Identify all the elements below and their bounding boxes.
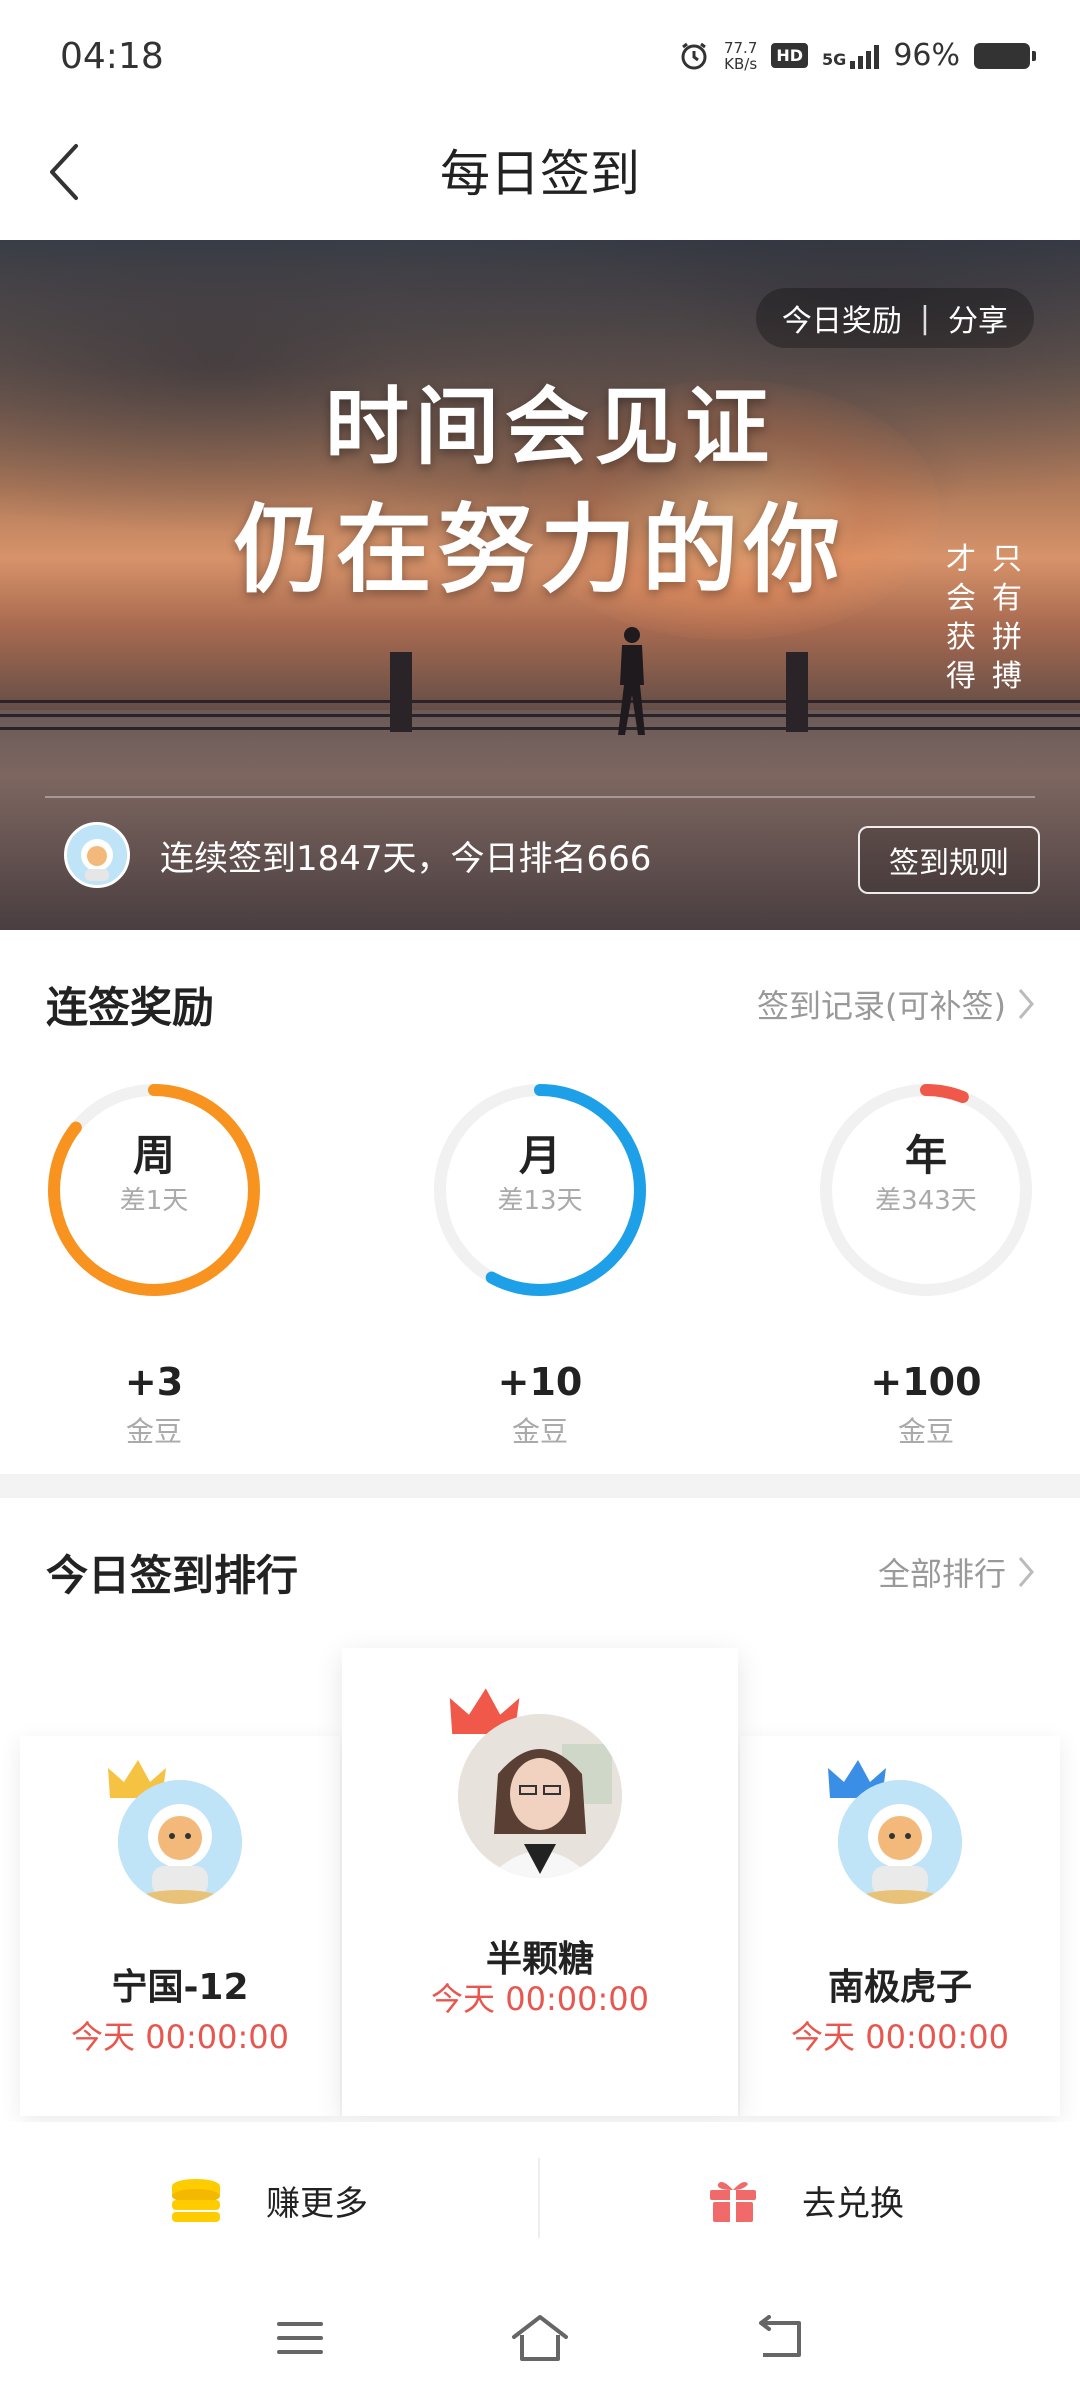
- rewards-section-header: 连签奖励 签到记录(可补签): [46, 974, 1036, 1034]
- slogan-line-2: 仍在努力的你: [234, 493, 846, 606]
- rank-name: 南极虎子: [827, 1967, 972, 2008]
- reward-unit: 金豆: [511, 1415, 568, 1448]
- menu-button[interactable]: [265, 2308, 335, 2368]
- status-icons: 77.7 KB/s HD 5G 96%: [678, 38, 1036, 73]
- astronaut-avatar-icon: [118, 1780, 242, 1904]
- reward-period-label: 周: [132, 1131, 175, 1180]
- rank-time: 今天 00:00:00: [791, 2018, 1009, 2056]
- cellular-signal: 5G: [822, 43, 880, 69]
- exchange-button[interactable]: 去兑换: [708, 2162, 904, 2238]
- alarm-icon: [681, 42, 707, 69]
- home-icon: [512, 2315, 568, 2361]
- exchange-label: 去兑换: [802, 2183, 904, 2224]
- home-button[interactable]: [505, 2308, 575, 2368]
- today-reward-link[interactable]: 今日奖励: [782, 296, 902, 340]
- ranking-section-header: 今日签到排行 全部排行: [46, 1542, 1036, 1602]
- checkin-rules-button[interactable]: 签到规则: [858, 826, 1040, 894]
- rewards-title: 连签奖励: [46, 982, 215, 1032]
- reward-year[interactable]: 年 差343天 +100 金豆: [808, 1072, 1044, 1450]
- checkin-stats-text: 连续签到1847天，今日排名666: [160, 838, 652, 879]
- coin-stack-icon: [172, 2179, 220, 2222]
- rank-time: 今天 00:00:00: [431, 1980, 649, 2018]
- signal-bars-icon: [850, 43, 880, 69]
- rank-card-second[interactable]: 宁国-12 今天 00:00:00: [20, 1736, 340, 2116]
- walking-person-silhouette: [618, 627, 645, 735]
- reward-amount: +3: [124, 1360, 184, 1404]
- avatar: [118, 1780, 242, 1904]
- menu-icon: [277, 2322, 323, 2354]
- ranking-title: 今日签到排行: [46, 1550, 299, 1600]
- hd-badge: HD: [771, 43, 809, 68]
- system-nav-bar: [0, 2282, 1080, 2400]
- reward-period-label: 月: [518, 1131, 561, 1180]
- astronaut-avatar-icon: [67, 825, 127, 885]
- avatar: [458, 1714, 622, 1878]
- reward-period-label: 年: [904, 1131, 947, 1180]
- return-icon: [759, 2315, 801, 2357]
- status-time: 04:18: [60, 36, 164, 77]
- chevron-right-icon: [1018, 989, 1034, 1019]
- avatar[interactable]: [64, 822, 130, 888]
- page-title: 每日签到: [440, 145, 640, 203]
- share-link[interactable]: 分享: [948, 296, 1008, 340]
- banner-actions: 今日奖励 | 分享: [755, 288, 1034, 348]
- section-divider: [0, 1474, 1080, 1498]
- network-speed: 77.7 KB/s: [723, 38, 758, 73]
- user-checkin-stats: 连续签到1847天，今日排名666: [64, 820, 651, 890]
- reward-remaining: 差1天: [119, 1186, 189, 1216]
- checkin-record-link[interactable]: 签到记录(可补签): [757, 981, 1036, 1027]
- banner-pillar: [786, 652, 808, 732]
- reward-amount: +100: [870, 1360, 982, 1404]
- astronaut-avatar-icon: [838, 1780, 962, 1904]
- back-nav-button[interactable]: [745, 2308, 815, 2368]
- vertical-slogan-left: 才会获得: [946, 542, 976, 694]
- rank-name: 宁国-12: [111, 1967, 249, 2008]
- rank-card-third[interactable]: 南极虎子 今天 00:00:00: [740, 1736, 1060, 2116]
- reward-remaining: 差13天: [497, 1186, 583, 1216]
- reward-remaining: 差343天: [875, 1186, 977, 1216]
- banner-pillar: [390, 652, 412, 732]
- gift-icon: [710, 2182, 756, 2222]
- chevron-right-icon: [1018, 1557, 1034, 1587]
- battery-percent: 96%: [893, 38, 960, 73]
- status-bar: 04:18 77.7 KB/s HD 5G 96%: [0, 0, 1080, 110]
- checkin-banner: 今日奖励 | 分享 时间会见证 仍在努力的你 只有拼搏 才会获得 连续签到184…: [0, 240, 1080, 930]
- avatar: [838, 1780, 962, 1904]
- battery-icon: [974, 42, 1036, 69]
- reward-unit: 金豆: [125, 1415, 182, 1448]
- reward-amount: +10: [497, 1360, 583, 1404]
- reward-unit: 金豆: [897, 1415, 954, 1448]
- app-header: 每日签到: [0, 110, 1080, 240]
- slogan-line-1: 时间会见证: [324, 377, 775, 476]
- all-ranking-link[interactable]: 全部排行: [878, 1549, 1036, 1595]
- reward-week[interactable]: 周 差1天 +3 金豆: [36, 1072, 272, 1450]
- rank-card-first[interactable]: 半颗糖 今天 00:00:00: [342, 1648, 738, 2116]
- bottom-action-bar: 赚更多 去兑换: [0, 2122, 1080, 2282]
- earn-more-button[interactable]: 赚更多: [170, 2162, 368, 2238]
- earn-more-label: 赚更多: [266, 2183, 368, 2224]
- reward-month[interactable]: 月 差13天 +10 金豆: [422, 1072, 658, 1450]
- rank-time: 今天 00:00:00: [71, 2018, 289, 2056]
- user-photo-avatar: [458, 1714, 622, 1878]
- vertical-slogan-right: 只有拼搏: [992, 542, 1022, 694]
